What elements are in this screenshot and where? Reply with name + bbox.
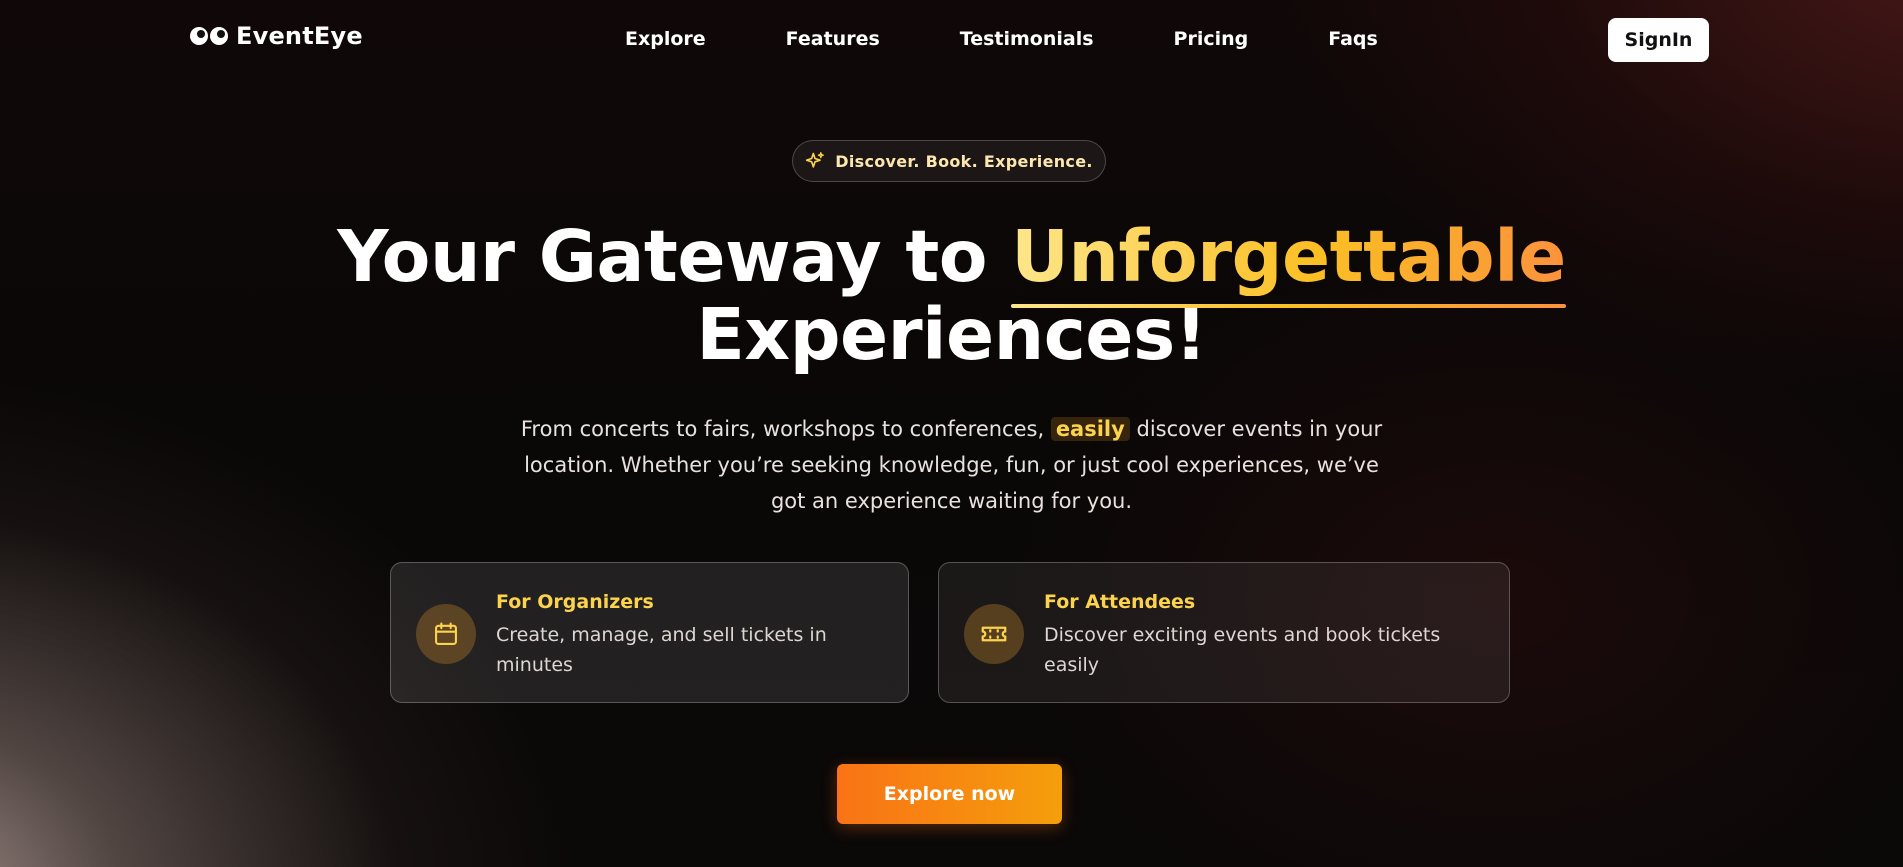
eyes-icon	[190, 27, 228, 45]
nav-link-features[interactable]: Features	[786, 28, 880, 50]
headline-accent: Unforgettable	[1011, 215, 1566, 308]
card-title: For Attendees	[1044, 591, 1196, 613]
hero-subtitle: From concerts to fairs, workshops to con…	[520, 411, 1383, 519]
attendees-card[interactable]: For Attendees Discover exciting events a…	[938, 562, 1510, 703]
nav-link-testimonials[interactable]: Testimonials	[960, 28, 1094, 50]
top-nav: EventEye Explore Features Testimonials P…	[0, 0, 1903, 80]
subtitle-highlight: easily	[1050, 417, 1130, 441]
sparkle-icon	[806, 152, 825, 168]
card-description: Create, manage, and sell tickets in minu…	[496, 624, 827, 676]
card-title: For Organizers	[496, 591, 654, 613]
brand-name: EventEye	[236, 22, 363, 50]
headline-part1: Your Gateway to	[337, 215, 1012, 298]
tagline-text: Discover. Book. Experience.	[835, 151, 1093, 171]
explore-now-button[interactable]: Explore now	[837, 764, 1062, 824]
nav-link-faqs[interactable]: Faqs	[1328, 28, 1378, 50]
nav-link-explore[interactable]: Explore	[625, 28, 706, 50]
card-description: Discover exciting events and book ticket…	[1044, 624, 1441, 676]
brand-logo[interactable]: EventEye	[190, 22, 363, 50]
ticket-icon	[964, 604, 1024, 664]
calendar-icon	[416, 604, 476, 664]
organizers-card[interactable]: For Organizers Create, manage, and sell …	[390, 562, 909, 703]
nav-link-pricing[interactable]: Pricing	[1174, 28, 1249, 50]
tagline-badge: Discover. Book. Experience.	[792, 140, 1106, 182]
hero-headline: Your Gateway to Unforgettable Experience…	[0, 218, 1903, 374]
subtitle-before: From concerts to fairs, workshops to con…	[520, 417, 1051, 441]
nav-links: Explore Features Testimonials Pricing Fa…	[625, 28, 1378, 50]
signin-button[interactable]: SignIn	[1608, 18, 1709, 62]
